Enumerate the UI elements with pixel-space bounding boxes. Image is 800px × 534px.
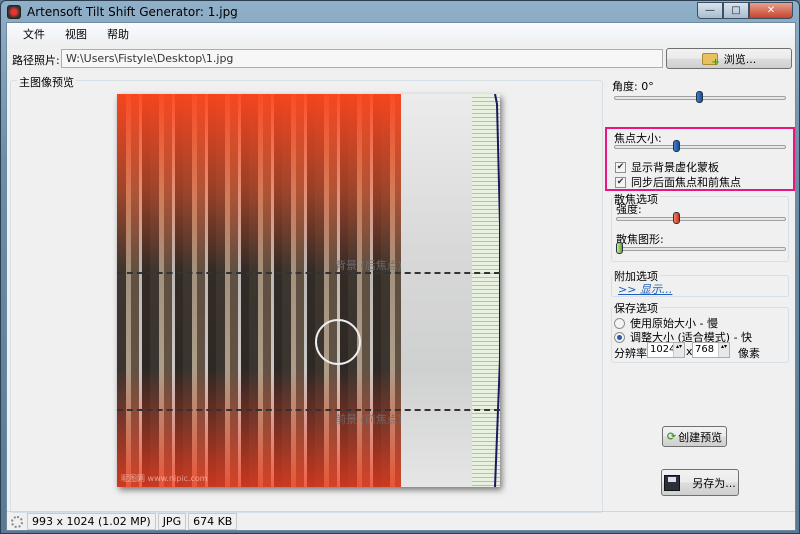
title-bar: Artensoft Tilt Shift Generator: 1.jpg bbox=[7, 3, 238, 21]
minimize-button[interactable]: — bbox=[697, 2, 723, 19]
path-label: 路径照片: bbox=[12, 54, 60, 67]
show-extra-link[interactable]: >> 显示... bbox=[618, 281, 672, 297]
controls-panel: 角度: 0° 焦点大小: ✔ 显示背景虚化蒙板 ✔ 同步后面焦点和前焦点 散焦选项 … bbox=[605, 73, 795, 513]
strength-slider[interactable] bbox=[616, 217, 786, 221]
preview-group: 主图像预览 背景 (后焦点) 前景 (前焦点) 昵图网 www.nipic.co… bbox=[10, 74, 603, 513]
pixels-label: 像素 bbox=[738, 347, 760, 360]
browse-button[interactable]: + 浏览... bbox=[666, 48, 792, 69]
path-input[interactable]: W:\Users\Fistyle\Desktop\1.jpg bbox=[61, 49, 663, 68]
save-options-title: 保存选项 bbox=[612, 300, 660, 316]
menu-bar: 文件 视图 帮助 bbox=[7, 23, 795, 42]
radio-icon bbox=[614, 317, 625, 329]
client-area: 文件 视图 帮助 路径照片: W:\Users\Fistyle\Desktop\… bbox=[6, 22, 796, 531]
create-preview-label: 创建预览 bbox=[678, 430, 723, 444]
focus-size-label: 焦点大小: bbox=[614, 132, 662, 145]
check-icon: ✔ bbox=[615, 161, 626, 173]
menu-view[interactable]: 视图 bbox=[55, 23, 97, 42]
angle-slider-thumb[interactable] bbox=[696, 91, 703, 103]
floppy-disk-icon bbox=[664, 474, 681, 491]
back-focus-label: 背景 (后焦点) bbox=[335, 259, 403, 272]
sync-focus-checkbox[interactable]: ✔ 同步后面焦点和前焦点 bbox=[615, 174, 741, 190]
window-frame: Artensoft Tilt Shift Generator: 1.jpg — … bbox=[0, 0, 800, 534]
focus-size-slider-thumb[interactable] bbox=[673, 140, 680, 152]
status-bar: 993 x 1024 (1.02 MP) JPG 674 KB bbox=[7, 511, 795, 531]
preview-title: 主图像预览 bbox=[17, 74, 76, 90]
bokeh-shape-slider[interactable] bbox=[616, 247, 786, 251]
menu-file[interactable]: 文件 bbox=[13, 23, 55, 42]
front-focus-line[interactable] bbox=[117, 409, 500, 411]
angle-guide bbox=[494, 94, 500, 487]
focus-size-slider[interactable] bbox=[614, 145, 786, 149]
strength-label: 强度: bbox=[616, 203, 642, 216]
watermark: 昵图网 www.nipic.com bbox=[121, 474, 208, 483]
save-as-button[interactable]: 另存为... bbox=[661, 469, 739, 496]
file-size: 674 KB bbox=[188, 513, 238, 530]
back-focus-line[interactable] bbox=[117, 272, 500, 274]
width-spinner[interactable]: 1024 bbox=[647, 342, 685, 358]
maximize-button[interactable]: □ bbox=[723, 2, 749, 19]
folder-icon: + bbox=[701, 52, 720, 67]
window-title: Artensoft Tilt Shift Generator: 1.jpg bbox=[27, 5, 238, 19]
focus-center-handle[interactable] bbox=[315, 319, 361, 365]
browse-label: 浏览... bbox=[723, 52, 757, 66]
bokeh-shape-label: 散焦图形: bbox=[616, 233, 664, 246]
show-mask-label: 显示背景虚化蒙板 bbox=[631, 161, 719, 174]
create-preview-button[interactable]: ⟳ 创建预览 bbox=[662, 426, 727, 447]
strength-slider-thumb[interactable] bbox=[673, 212, 680, 224]
front-focus-label: 前景 (前焦点) bbox=[335, 413, 403, 426]
refresh-icon: ⟳ bbox=[666, 430, 677, 443]
angle-label: 角度: 0° bbox=[612, 80, 654, 93]
close-button[interactable]: ✕ bbox=[749, 2, 793, 19]
sync-focus-label: 同步后面焦点和前焦点 bbox=[631, 176, 741, 189]
menu-help[interactable]: 帮助 bbox=[97, 23, 139, 42]
preview-image[interactable]: 背景 (后焦点) 前景 (前焦点) 昵图网 www.nipic.com bbox=[117, 94, 500, 487]
check-icon: ✔ bbox=[615, 176, 626, 188]
save-as-label: 另存为... bbox=[692, 476, 736, 490]
show-mask-checkbox[interactable]: ✔ 显示背景虚化蒙板 bbox=[615, 159, 719, 175]
image-format: JPG bbox=[157, 513, 187, 530]
app-icon bbox=[7, 5, 21, 19]
radio-selected-icon bbox=[614, 331, 625, 343]
height-spinner[interactable]: 768 bbox=[692, 342, 730, 358]
image-dimensions: 993 x 1024 (1.02 MP) bbox=[27, 513, 156, 530]
loading-icon bbox=[11, 515, 23, 528]
bokeh-shape-slider-thumb[interactable] bbox=[616, 242, 623, 254]
resolution-label: 分辨率 bbox=[614, 347, 647, 360]
